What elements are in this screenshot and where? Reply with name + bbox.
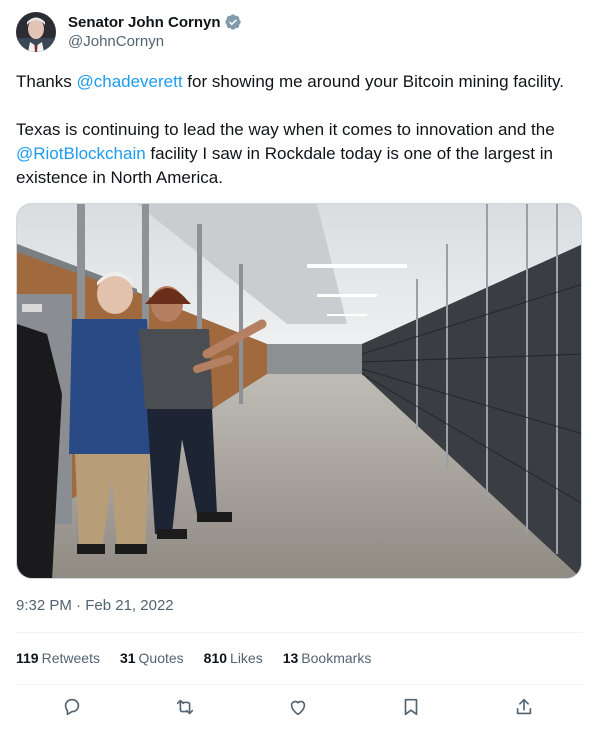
stat-quotes[interactable]: 31 Quotes [120,650,184,666]
author-name-row: Senator John Cornyn [68,12,242,32]
tweet-text: Thanks @chadeverett for showing me aroun… [16,70,586,190]
reply-icon[interactable] [61,696,85,720]
like-icon[interactable] [287,696,311,720]
stat-count: 13 [282,650,299,666]
tweet-timestamp[interactable]: 9:32 PM · Feb 21, 2022 [16,597,174,614]
stat-count: 119 [16,650,39,666]
stat-label: Bookmarks [301,650,372,666]
text-segment: for showing me around your Bitcoin minin… [182,72,564,91]
stat-likes[interactable]: 810 Likes [204,650,263,666]
avatar[interactable] [16,12,56,52]
divider [16,684,582,685]
timestamp-separator: · [71,597,86,614]
engagement-stats: 119 Retweets 31 Quotes 810 Likes 13 Bookmark… [16,650,391,666]
stat-label: Likes [230,650,263,666]
stat-label: Retweets [41,650,100,666]
stat-count: 31 [119,650,136,666]
stat-count: 810 [203,650,228,666]
tweet: Senator John Cornyn @JohnCornyn Thanks @… [0,0,598,733]
timestamp-date: Feb 21, 2022 [85,597,174,614]
stat-bookmarks[interactable]: 13 Bookmarks [283,650,372,666]
text-segment: Texas is continuing to lead the way when… [16,120,555,139]
stat-label: Quotes [138,650,184,666]
timestamp-time: 9:32 PM [16,597,72,614]
tweet-paragraph-1: Thanks @chadeverett for showing me aroun… [16,70,586,94]
bookmark-icon[interactable] [400,696,424,720]
author-handle[interactable]: @JohnCornyn [68,33,164,50]
stat-retweets[interactable]: 119 Retweets [16,650,100,666]
verified-badge-icon[interactable] [224,13,242,31]
tweet-paragraph-2: Texas is continuing to lead the way when… [16,118,586,190]
divider [16,632,582,633]
share-icon[interactable] [513,696,537,720]
retweet-icon[interactable] [174,696,198,720]
author-display-name[interactable]: Senator John Cornyn [68,14,221,31]
mention-link[interactable]: @RiotBlockchain [16,144,146,163]
action-bar [16,696,582,722]
mention-link[interactable]: @chadeverett [76,72,182,91]
text-segment: Thanks [16,72,77,91]
tweet-photo[interactable] [16,203,582,579]
